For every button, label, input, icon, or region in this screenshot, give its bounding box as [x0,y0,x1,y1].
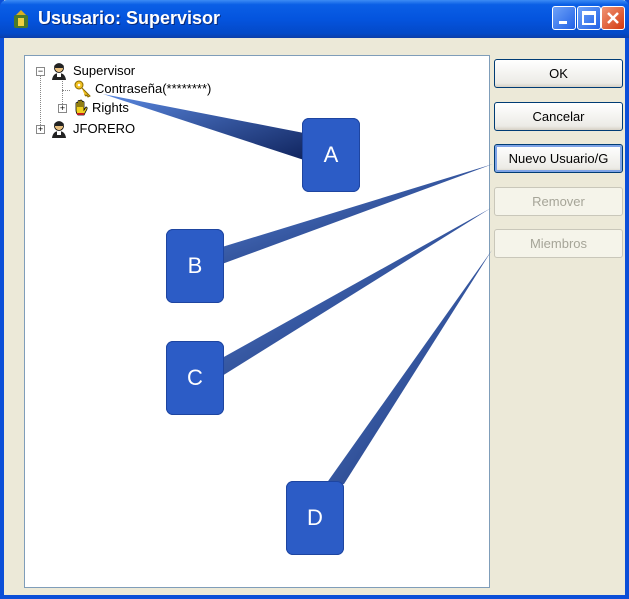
callout-pointer-a [103,94,304,160]
callout-c: C [166,341,224,415]
callout-b: B [166,229,224,303]
callout-pointer-d [326,250,492,484]
callout-d: D [286,481,344,555]
callout-pointer-c [222,208,491,376]
callout-a: A [302,118,360,192]
